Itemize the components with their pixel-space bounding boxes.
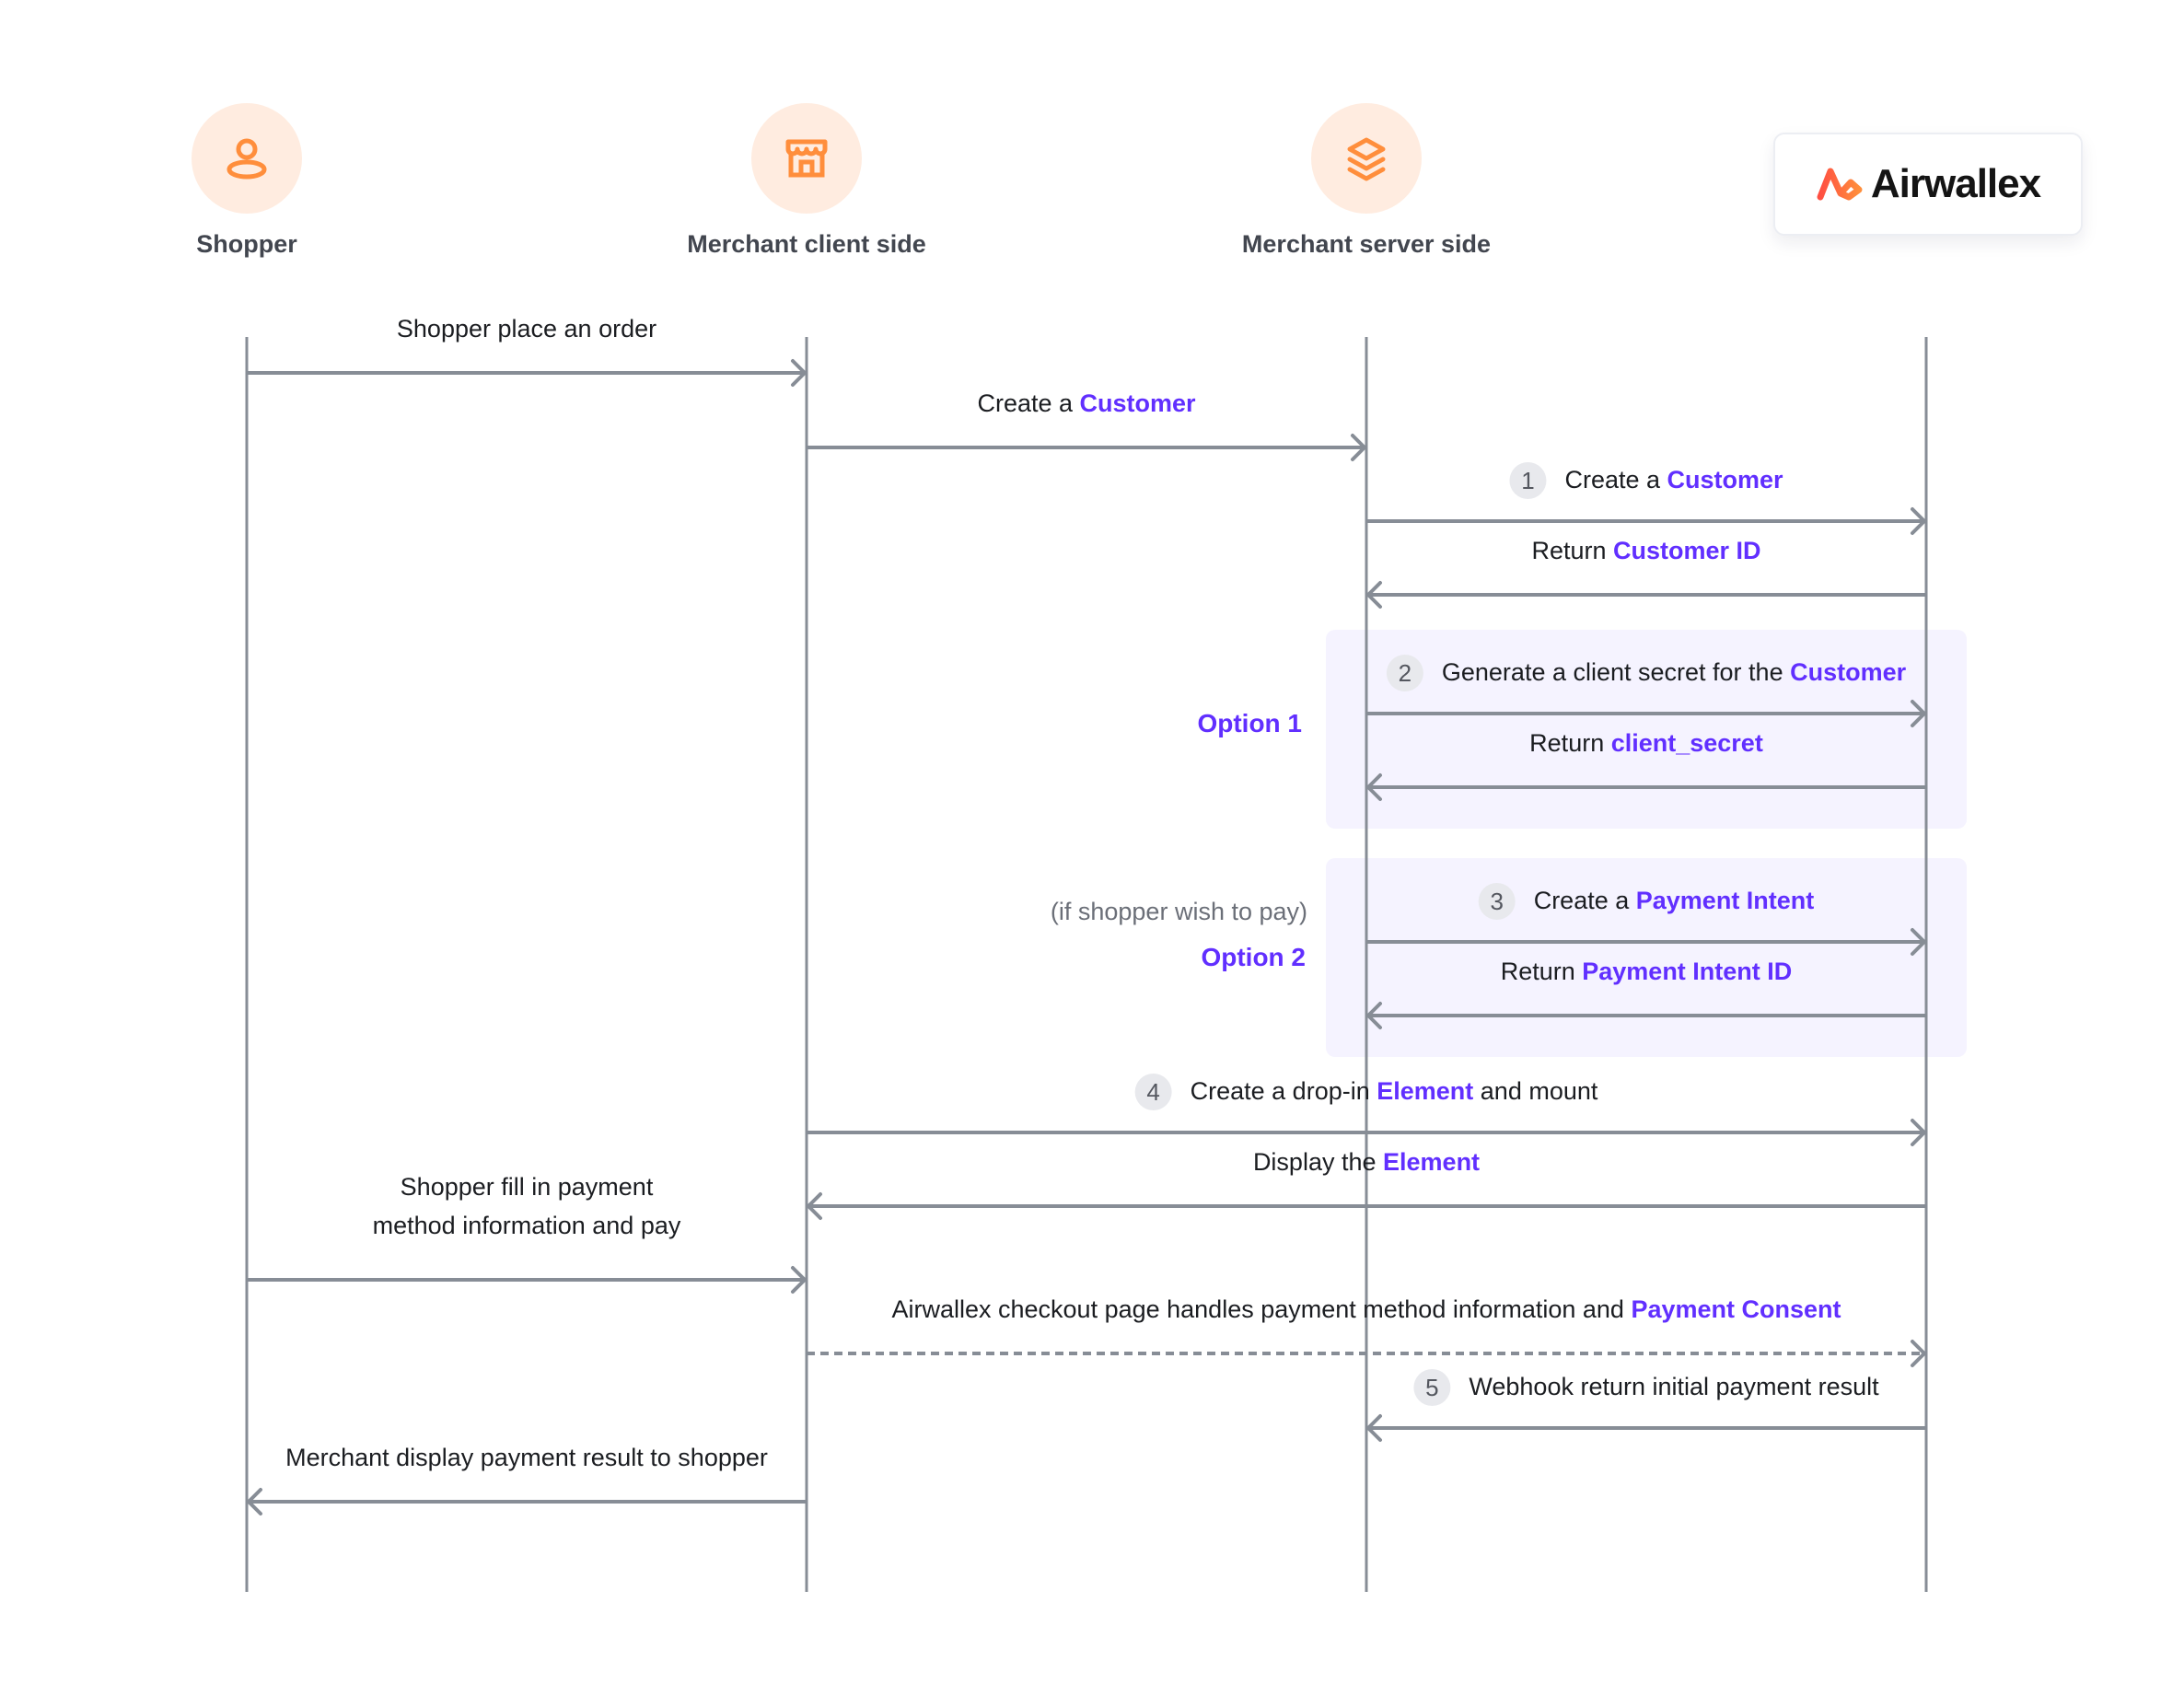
message-text-part: Return — [1529, 729, 1611, 757]
airwallex-logo-icon — [1817, 168, 1863, 201]
message-label: Shopper place an order — [397, 314, 656, 345]
message-text: Return Customer ID — [1531, 536, 1760, 567]
message-arrow — [247, 1488, 807, 1515]
highlight-term: Customer — [1079, 389, 1196, 417]
highlight-term: Payment Consent — [1631, 1295, 1841, 1323]
message-text-line: Shopper fill in payment — [400, 1173, 654, 1201]
message-text: Webhook return initial payment result — [1469, 1372, 1878, 1403]
highlight-term: Payment Intent — [1635, 887, 1815, 915]
highlight-term: Element — [1377, 1077, 1474, 1106]
message-label: 3 Create a Payment Intent — [1478, 883, 1815, 920]
layers-icon — [1347, 137, 1386, 181]
step-badge: 3 — [1478, 883, 1516, 920]
message-text-part: Return — [1531, 537, 1614, 564]
option-2-note: (if shopper wish to pay) — [1050, 898, 1307, 925]
message-label: Return Payment Intent ID — [1501, 957, 1793, 988]
message-arrow — [1366, 773, 1926, 801]
message-arrow — [1366, 928, 1926, 956]
message-text: Create a drop-in Element and mount — [1191, 1076, 1598, 1108]
option-2-label: Option 2 — [1201, 943, 1306, 971]
message-arrow — [1366, 507, 1926, 535]
message-label: Display the Element — [1253, 1147, 1480, 1179]
message-text: Display the Element — [1253, 1147, 1480, 1179]
message-text-part: Create a — [1533, 887, 1636, 915]
message-text-part: Create a — [1564, 466, 1667, 494]
message-text-part: Create a drop-in — [1190, 1077, 1377, 1106]
message-label: Create a Customer — [977, 389, 1195, 420]
highlight-term: Payment Intent ID — [1582, 958, 1793, 985]
actor-label-shopper: Shopper — [196, 230, 297, 258]
message-label: 4 Create a drop-in Element and mount — [1134, 1074, 1598, 1110]
message-label: 5 Webhook return initial payment result — [1413, 1369, 1879, 1406]
message-text-part: Return — [1500, 958, 1583, 985]
message-label: Return client_secret — [1529, 728, 1763, 760]
message-arrow — [1366, 700, 1926, 727]
message-text-part: and mount — [1473, 1077, 1598, 1106]
step-badge: 1 — [1509, 462, 1547, 499]
message-text: Return client_secret — [1529, 728, 1763, 760]
message-text-part: Display the — [1252, 1148, 1384, 1176]
message-text-part: Generate a client secret for the — [1441, 658, 1791, 687]
message-text: Merchant display payment result to shopp… — [285, 1443, 768, 1474]
message-text-part: Airwallex checkout page handles payment … — [891, 1295, 1632, 1323]
shopper-avatar — [192, 103, 302, 214]
message-label: 1 Create a Customer — [1509, 462, 1783, 499]
message-arrow — [247, 1266, 807, 1294]
message-text: Generate a client secret for the Custome… — [1442, 657, 1906, 689]
message-text-part: Merchant display payment result to shopp… — [285, 1444, 768, 1471]
message-text: Return Payment Intent ID — [1501, 957, 1793, 988]
step-badge: 2 — [1386, 655, 1423, 691]
airwallex-logo-card: Airwallex — [1773, 133, 2083, 236]
message-label: Merchant display payment result to shopp… — [285, 1443, 768, 1474]
message-arrow — [807, 434, 1366, 461]
message-label: 2 Generate a client secret for the Custom… — [1386, 655, 1906, 691]
actor-label-merchant-client: Merchant client side — [687, 230, 926, 258]
message-arrow — [1366, 1414, 1926, 1442]
storefront-icon — [785, 139, 828, 178]
step-badge: 5 — [1413, 1369, 1451, 1406]
actor-label-merchant-server: Merchant server side — [1241, 230, 1492, 258]
message-text: Create a Customer — [977, 389, 1195, 420]
message-text-part: Create a — [977, 389, 1080, 417]
step-badge: 4 — [1134, 1074, 1172, 1110]
message-text-part: Shopper place an order — [396, 315, 657, 343]
message-label: Shopper fill in payment method informatio… — [373, 1167, 681, 1245]
airwallex-logo-text: Airwallex — [1870, 161, 2041, 206]
merchant-client-avatar — [751, 103, 862, 214]
highlight-term: Customer ID — [1613, 537, 1761, 564]
message-text-part: Webhook return initial payment result — [1469, 1373, 1879, 1401]
message-text-line: method information and pay — [372, 1212, 681, 1239]
highlight-term: client_secret — [1610, 729, 1763, 757]
message-arrow — [1366, 1002, 1926, 1029]
user-icon — [227, 138, 267, 180]
message-text: Shopper place an order — [397, 314, 656, 345]
message-text: Create a Payment Intent — [1534, 886, 1815, 917]
message-label: Return Customer ID — [1531, 536, 1760, 567]
option-1-label: Option 1 — [1197, 709, 1302, 737]
highlight-term: Customer — [1790, 658, 1907, 687]
message-arrow — [1366, 581, 1926, 609]
highlight-term: Element — [1383, 1148, 1481, 1176]
merchant-server-avatar — [1311, 103, 1422, 214]
message-text: Create a Customer — [1564, 465, 1783, 496]
message-text: Airwallex checkout page handles payment … — [891, 1295, 1841, 1326]
highlight-term: Customer — [1667, 466, 1783, 494]
message-arrow — [247, 359, 807, 387]
message-label: Airwallex checkout page handles payment … — [891, 1295, 1841, 1326]
